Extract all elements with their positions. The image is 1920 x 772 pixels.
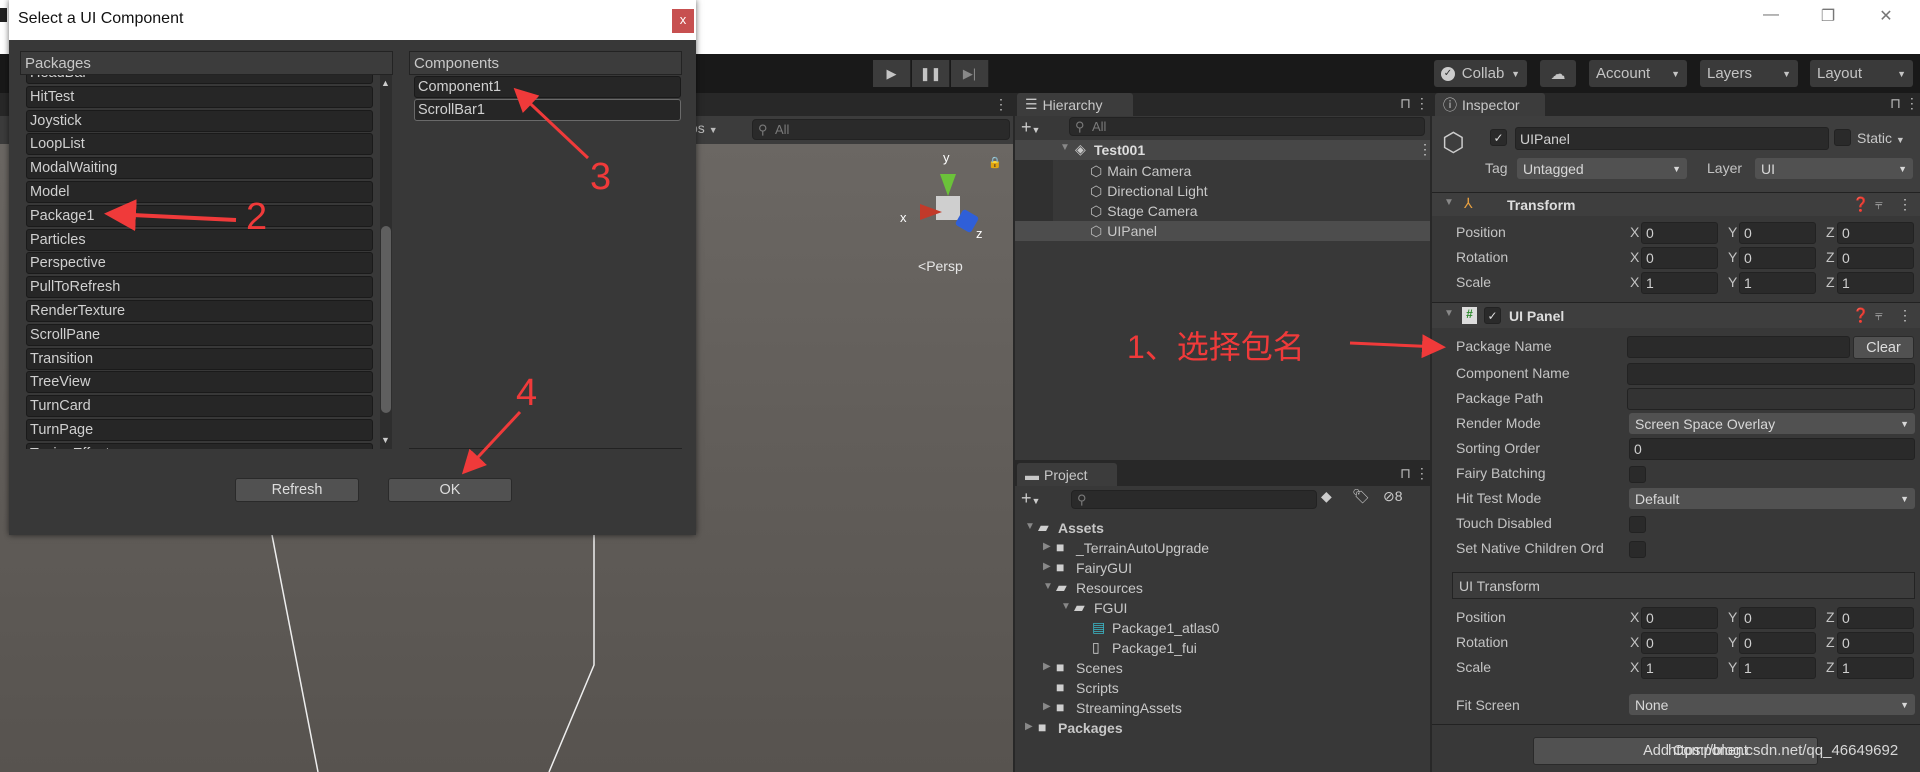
annotation-step-2: 2 xyxy=(246,196,268,238)
annotation-step-4: 4 xyxy=(516,372,538,414)
annotation-arrow-3 xyxy=(513,87,590,160)
annotation-arrow-1 xyxy=(1349,334,1446,359)
annotation-arrows xyxy=(104,87,1446,475)
annotation-step-3: 3 xyxy=(590,156,612,198)
annotation-arrow-2 xyxy=(104,199,237,232)
annotation-step-1: 1、选择包名 xyxy=(1127,329,1305,365)
annotation-arrow-4 xyxy=(461,410,522,475)
